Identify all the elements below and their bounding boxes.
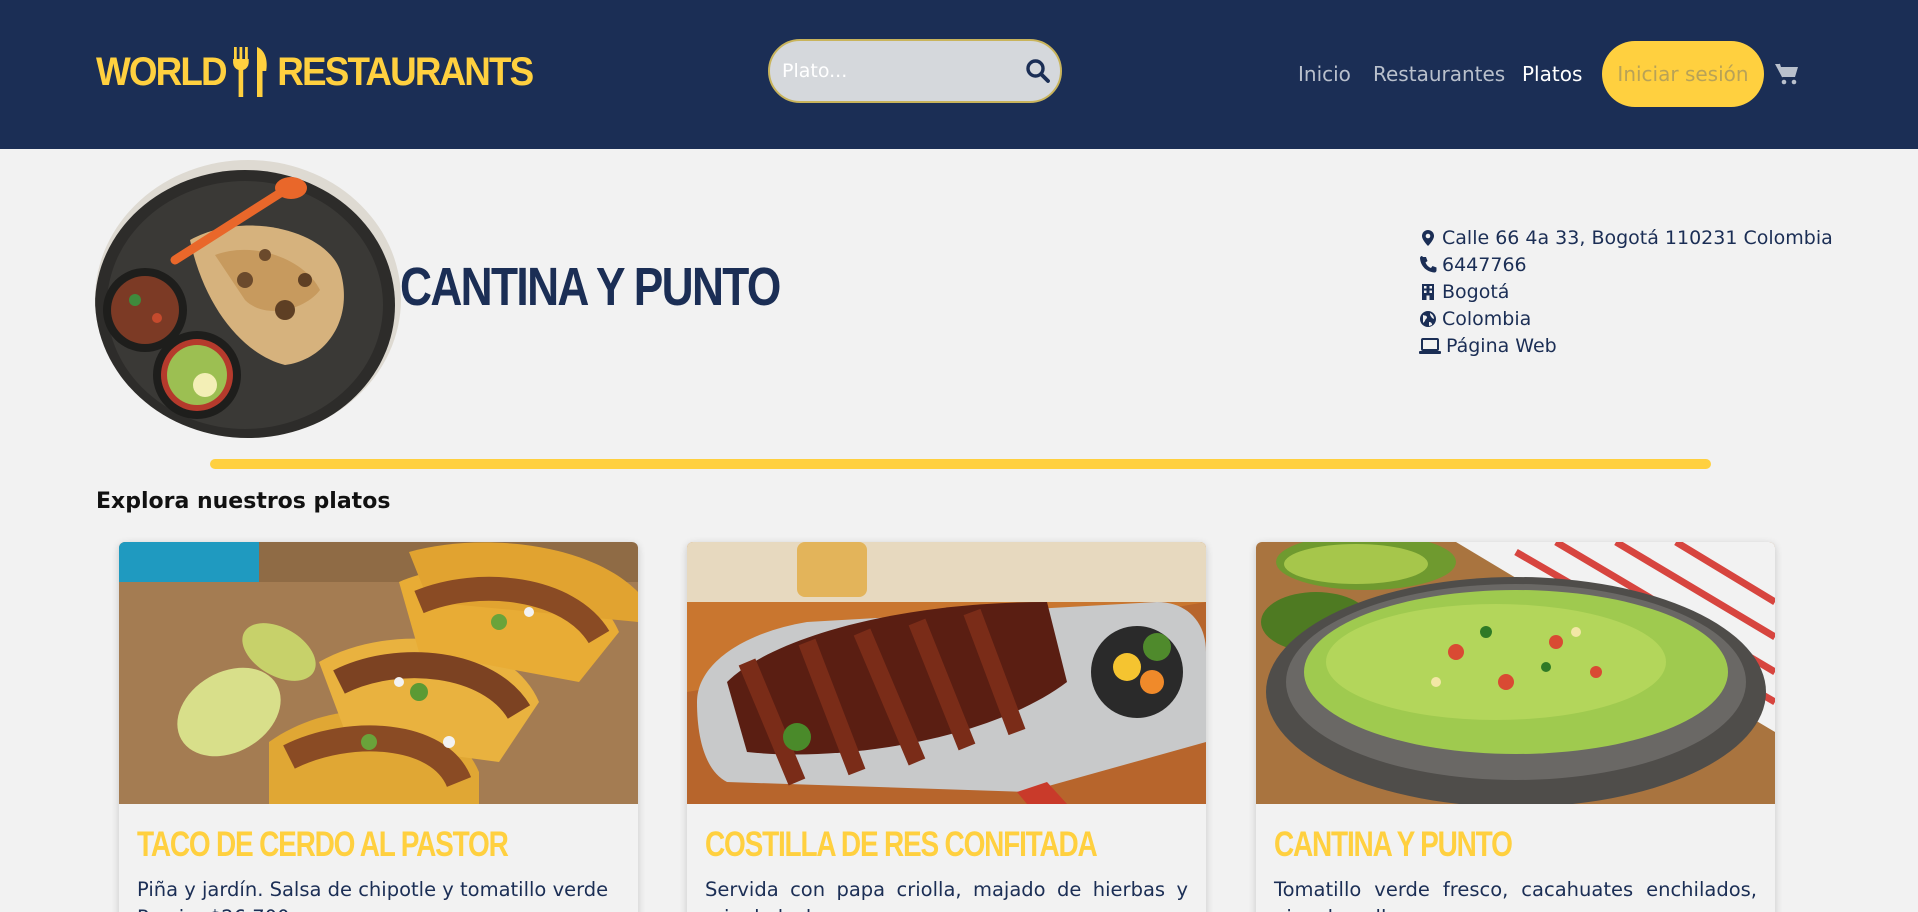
dish-card[interactable]: COSTILLA DE RES CONFITADA Servida con pa… xyxy=(687,542,1206,912)
cart-icon[interactable] xyxy=(1774,62,1800,86)
phone-icon xyxy=(1420,255,1437,272)
dish-title: TACO DE CERDO AL PASTOR xyxy=(137,825,509,864)
globe-icon xyxy=(1420,310,1436,327)
dish-card[interactable]: TACO DE CERDO AL PASTOR Piña y jardín. S… xyxy=(119,542,638,912)
brand-logo[interactable]: WORLD RESTAURANTS xyxy=(96,46,534,98)
brand-right-text: RESTAURANTS xyxy=(277,49,534,94)
dish-image xyxy=(687,542,1206,804)
search-icon xyxy=(1026,59,1050,83)
laptop-icon xyxy=(1419,337,1441,354)
section-title: Explora nuestros platos xyxy=(96,489,391,514)
address-text: Calle 66 4a 33, Bogotá 110231 Colombia xyxy=(1442,226,1833,249)
cutlery-icon xyxy=(233,47,267,97)
info-country: Colombia xyxy=(1419,305,1833,332)
restaurant-photo xyxy=(95,160,401,438)
dish-card[interactable]: CANTINA Y PUNTO Tomatillo verde fresco, … xyxy=(1256,542,1775,912)
search-button[interactable] xyxy=(1025,56,1051,86)
restaurant-name: CANTINA Y PUNTO xyxy=(400,257,781,317)
info-city: Bogotá xyxy=(1419,278,1833,305)
dish-price: Precio: $26.700 xyxy=(137,904,620,912)
nav-platos[interactable]: Platos xyxy=(1522,62,1582,86)
nav-inicio[interactable]: Inicio xyxy=(1298,62,1351,86)
info-address: Calle 66 4a 33, Bogotá 110231 Colombia xyxy=(1419,224,1833,251)
brand-left-text: WORLD xyxy=(96,49,228,94)
nav-restaurantes[interactable]: Restaurantes xyxy=(1373,62,1505,86)
country-text: Colombia xyxy=(1442,307,1532,330)
info-phone: 6447766 xyxy=(1419,251,1833,278)
dish-title: CANTINA Y PUNTO xyxy=(1274,825,1513,864)
dish-title: COSTILLA DE RES CONFITADA xyxy=(705,825,1098,864)
building-icon xyxy=(1422,283,1434,300)
website-link[interactable]: Página Web xyxy=(1446,335,1557,357)
search-box xyxy=(768,39,1062,103)
dish-description: Tomatillo verde fresco, cacahuates enchi… xyxy=(1274,878,1757,912)
map-marker-icon xyxy=(1422,229,1434,246)
search-input[interactable] xyxy=(782,60,1025,82)
dish-image xyxy=(119,542,638,804)
top-navbar: WORLD RESTAURANTS Inicio Restaurantes Pl… xyxy=(0,0,1918,149)
section-divider xyxy=(210,459,1711,469)
city-text: Bogotá xyxy=(1442,280,1510,303)
dish-image xyxy=(1256,542,1775,804)
phone-text: 6447766 xyxy=(1442,253,1527,276)
login-button[interactable]: Iniciar sesión xyxy=(1602,41,1764,107)
info-website[interactable]: Página Web xyxy=(1419,332,1833,359)
dish-description: Servida con papa criolla, majado de hier… xyxy=(705,878,1188,912)
restaurant-info: Calle 66 4a 33, Bogotá 110231 Colombia 6… xyxy=(1419,224,1833,359)
dish-description: Piña y jardín. Salsa de chipotle y tomat… xyxy=(137,876,620,912)
